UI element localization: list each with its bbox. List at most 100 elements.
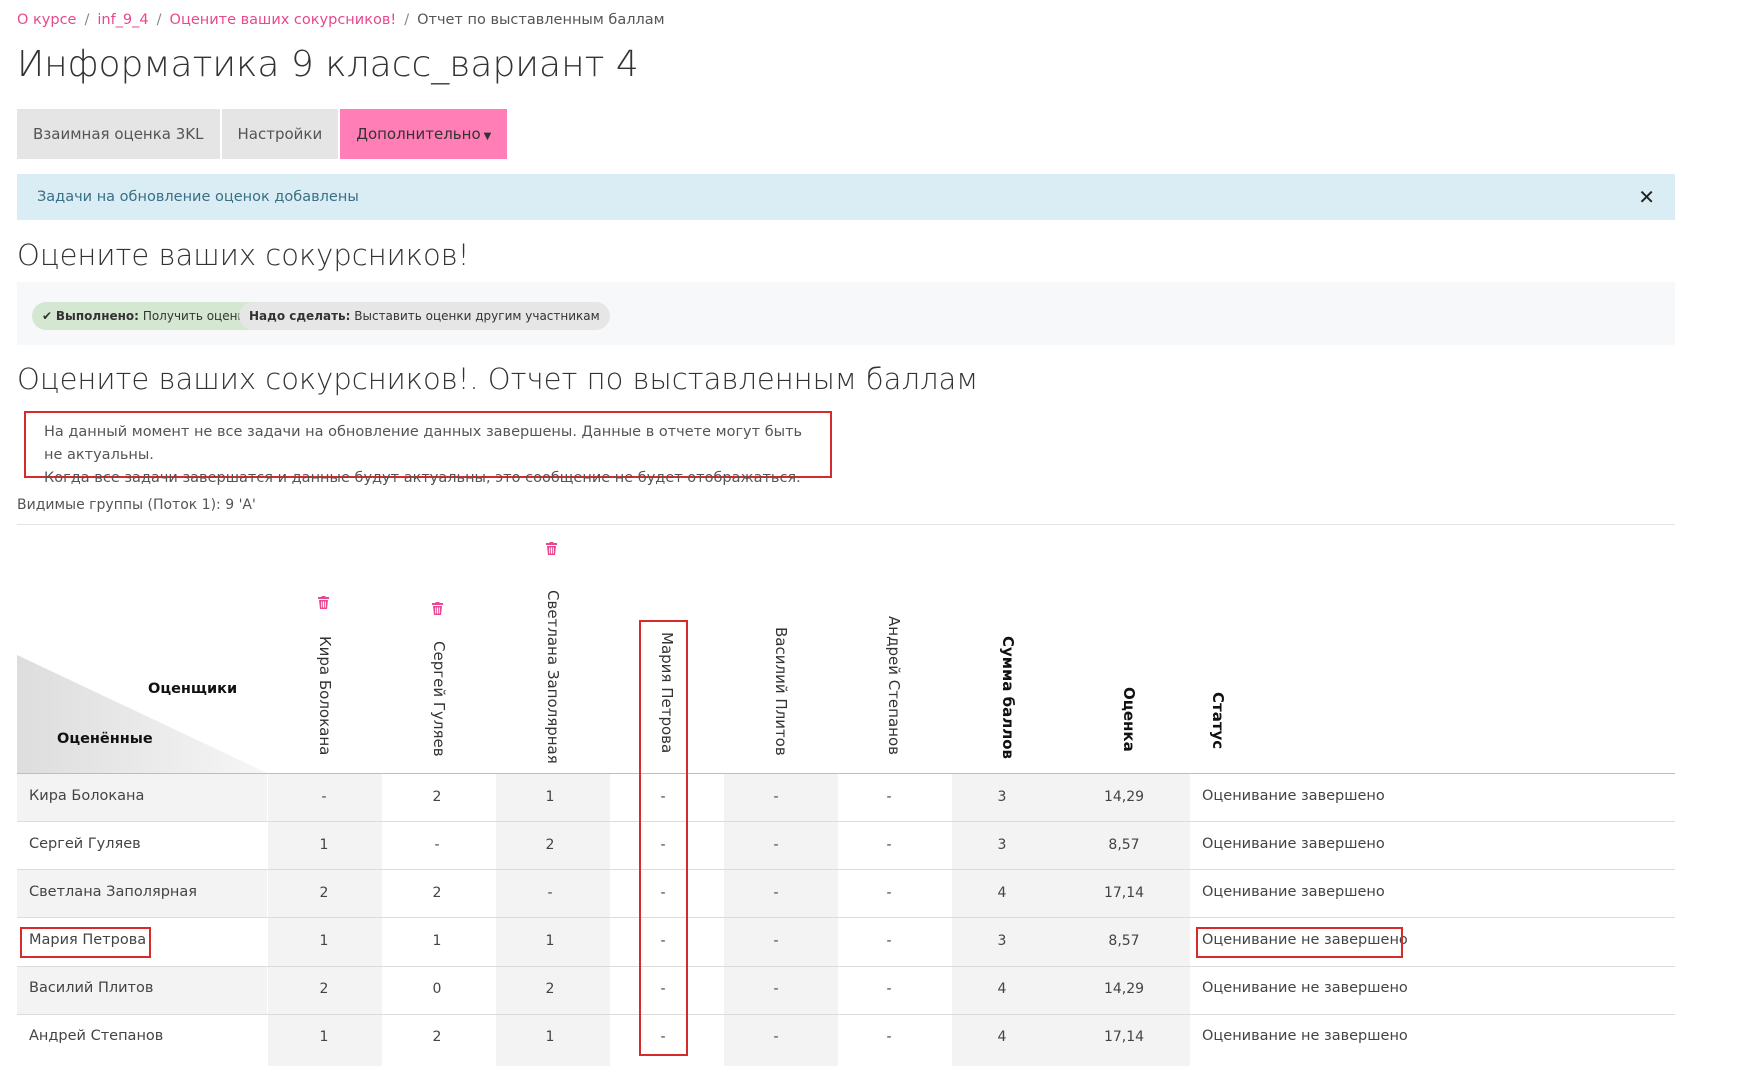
grade-cell: 14,29 bbox=[1103, 789, 1145, 805]
todo-label: Надо сделать: bbox=[249, 309, 351, 323]
score-cell: - bbox=[886, 789, 892, 805]
breadcrumb-separator: / bbox=[156, 12, 162, 28]
activity-title: Оцените ваших сокурсников! bbox=[17, 238, 470, 272]
trash-icon[interactable] bbox=[546, 542, 557, 555]
score-cell: - bbox=[886, 885, 892, 901]
score-cell: - bbox=[547, 885, 553, 901]
grade-cell: 17,14 bbox=[1103, 885, 1145, 901]
column-shade bbox=[1066, 773, 1190, 1066]
todo-text: Выставить оценки другим участникам bbox=[354, 309, 600, 323]
breadcrumb-separator: / bbox=[84, 12, 90, 28]
grade-cell: 17,14 bbox=[1103, 1029, 1145, 1045]
breadcrumb-link-inf94[interactable]: inf_9_4 bbox=[97, 12, 148, 28]
close-icon[interactable]: ✕ bbox=[1638, 174, 1655, 220]
column-shade bbox=[268, 773, 382, 1066]
rater-header-andrey: Андрей Степанов bbox=[885, 616, 903, 755]
rater-header-sergey: Сергей Гуляев bbox=[430, 641, 448, 757]
score-cell: 1 bbox=[545, 1029, 555, 1045]
tab-more-label: Дополнительно bbox=[356, 125, 481, 143]
row-name: Сергей Гуляев bbox=[29, 836, 141, 852]
sum-cell: 3 bbox=[997, 789, 1007, 805]
table-corner-diagonal bbox=[17, 655, 267, 773]
rated-label: Оценённые bbox=[57, 731, 153, 747]
status-cell: Оценивание не завершено bbox=[1202, 980, 1408, 996]
score-cell: 2 bbox=[319, 981, 329, 997]
highlight-maria-status bbox=[1196, 927, 1403, 958]
visible-groups: Видимые группы (Поток 1): 9 'А' bbox=[17, 497, 256, 513]
grade-header: Оценка bbox=[1120, 687, 1138, 752]
score-cell: - bbox=[321, 789, 327, 805]
score-cell: - bbox=[773, 981, 779, 997]
rater-header-vasiliy: Василий Плитов bbox=[772, 627, 790, 756]
warning-line-1: На данный момент не все задачи на обновл… bbox=[44, 424, 803, 463]
check-icon: ✔ bbox=[42, 309, 53, 323]
score-cell: - bbox=[886, 933, 892, 949]
score-cell: 1 bbox=[319, 1029, 329, 1045]
row-name: Светлана Заполярная bbox=[29, 884, 197, 900]
status-cell: Оценивание завершено bbox=[1202, 884, 1385, 900]
header-divider bbox=[17, 773, 1675, 774]
score-cell: - bbox=[773, 1029, 779, 1045]
row-name: Андрей Степанов bbox=[29, 1028, 164, 1044]
row-divider bbox=[17, 966, 1675, 967]
score-cell: 2 bbox=[432, 789, 442, 805]
row-name: Кира Болокана bbox=[29, 788, 145, 804]
grade-cell: 8,57 bbox=[1108, 933, 1140, 949]
done-label: Выполнено: bbox=[55, 309, 139, 323]
breadcrumb-link-activity[interactable]: Оцените ваших сокурсников! bbox=[170, 12, 397, 28]
completion-badge-todo: Надо сделать: Выставить оценки другим уч… bbox=[239, 302, 610, 330]
status-cell: Оценивание завершено bbox=[1202, 836, 1385, 852]
sum-header: Сумма баллов bbox=[999, 636, 1017, 760]
sum-cell: 4 bbox=[997, 981, 1007, 997]
tab-more[interactable]: Дополнительно ▼ bbox=[340, 109, 508, 159]
breadcrumb-link-course[interactable]: О курсе bbox=[17, 12, 76, 28]
completion-badge-done: ✔ Выполнено: Получить оценку bbox=[32, 302, 262, 330]
sum-cell: 3 bbox=[997, 837, 1007, 853]
score-cell: 2 bbox=[432, 1029, 442, 1045]
alert-text: Задачи на обновление оценок добавлены bbox=[37, 189, 359, 205]
score-cell: - bbox=[886, 981, 892, 997]
row-divider bbox=[17, 917, 1675, 918]
raters-label: Оценщики bbox=[148, 681, 238, 697]
highlight-maria-column bbox=[639, 620, 688, 1056]
score-cell: - bbox=[434, 837, 440, 853]
column-shade bbox=[496, 773, 610, 1066]
status-cell: Оценивание не завершено bbox=[1202, 1028, 1408, 1044]
tab-peer-review[interactable]: Взаимная оценка 3KL bbox=[17, 109, 220, 159]
score-cell: 1 bbox=[545, 933, 555, 949]
completion-panel: ✔ Выполнено: Получить оценку Надо сделат… bbox=[17, 282, 1675, 345]
row-divider bbox=[17, 821, 1675, 822]
divider bbox=[17, 524, 1675, 525]
row-divider bbox=[17, 1014, 1675, 1015]
score-cell: - bbox=[773, 933, 779, 949]
breadcrumb-current: Отчет по выставленным баллам bbox=[417, 12, 665, 28]
score-cell: 2 bbox=[545, 837, 555, 853]
trash-icon[interactable] bbox=[432, 602, 443, 615]
trash-icon[interactable] bbox=[318, 596, 329, 609]
score-cell: 1 bbox=[432, 933, 442, 949]
score-cell: 2 bbox=[319, 885, 329, 901]
breadcrumb: О курсе / inf_9_4 / Оцените ваших сокурснико… bbox=[17, 12, 665, 28]
sum-cell: 3 bbox=[997, 933, 1007, 949]
score-cell: 0 bbox=[432, 981, 442, 997]
breadcrumb-separator: / bbox=[404, 12, 410, 28]
highlight-maria-row-name bbox=[20, 927, 151, 958]
score-cell: - bbox=[773, 837, 779, 853]
sum-cell: 4 bbox=[997, 1029, 1007, 1045]
grade-cell: 14,29 bbox=[1103, 981, 1145, 997]
secondary-navigation: Взаимная оценка 3KL Настройки Дополнител… bbox=[17, 109, 508, 159]
status-header: Статус bbox=[1209, 692, 1227, 750]
score-cell: 1 bbox=[545, 789, 555, 805]
tab-settings[interactable]: Настройки bbox=[221, 109, 339, 159]
row-divider bbox=[17, 869, 1675, 870]
status-cell: Оценивание завершено bbox=[1202, 788, 1385, 804]
score-cell: - bbox=[773, 789, 779, 805]
grade-cell: 8,57 bbox=[1108, 837, 1140, 853]
score-cell: 1 bbox=[319, 933, 329, 949]
score-cell: - bbox=[886, 837, 892, 853]
score-cell: - bbox=[773, 885, 779, 901]
score-cell: 1 bbox=[319, 837, 329, 853]
warning-message: На данный момент не все задачи на обновл… bbox=[24, 411, 832, 486]
warning-line-2: Когда все задачи завершатся и данные буд… bbox=[44, 470, 801, 486]
rater-header-svetlana: Светлана Заполярная bbox=[544, 590, 562, 764]
